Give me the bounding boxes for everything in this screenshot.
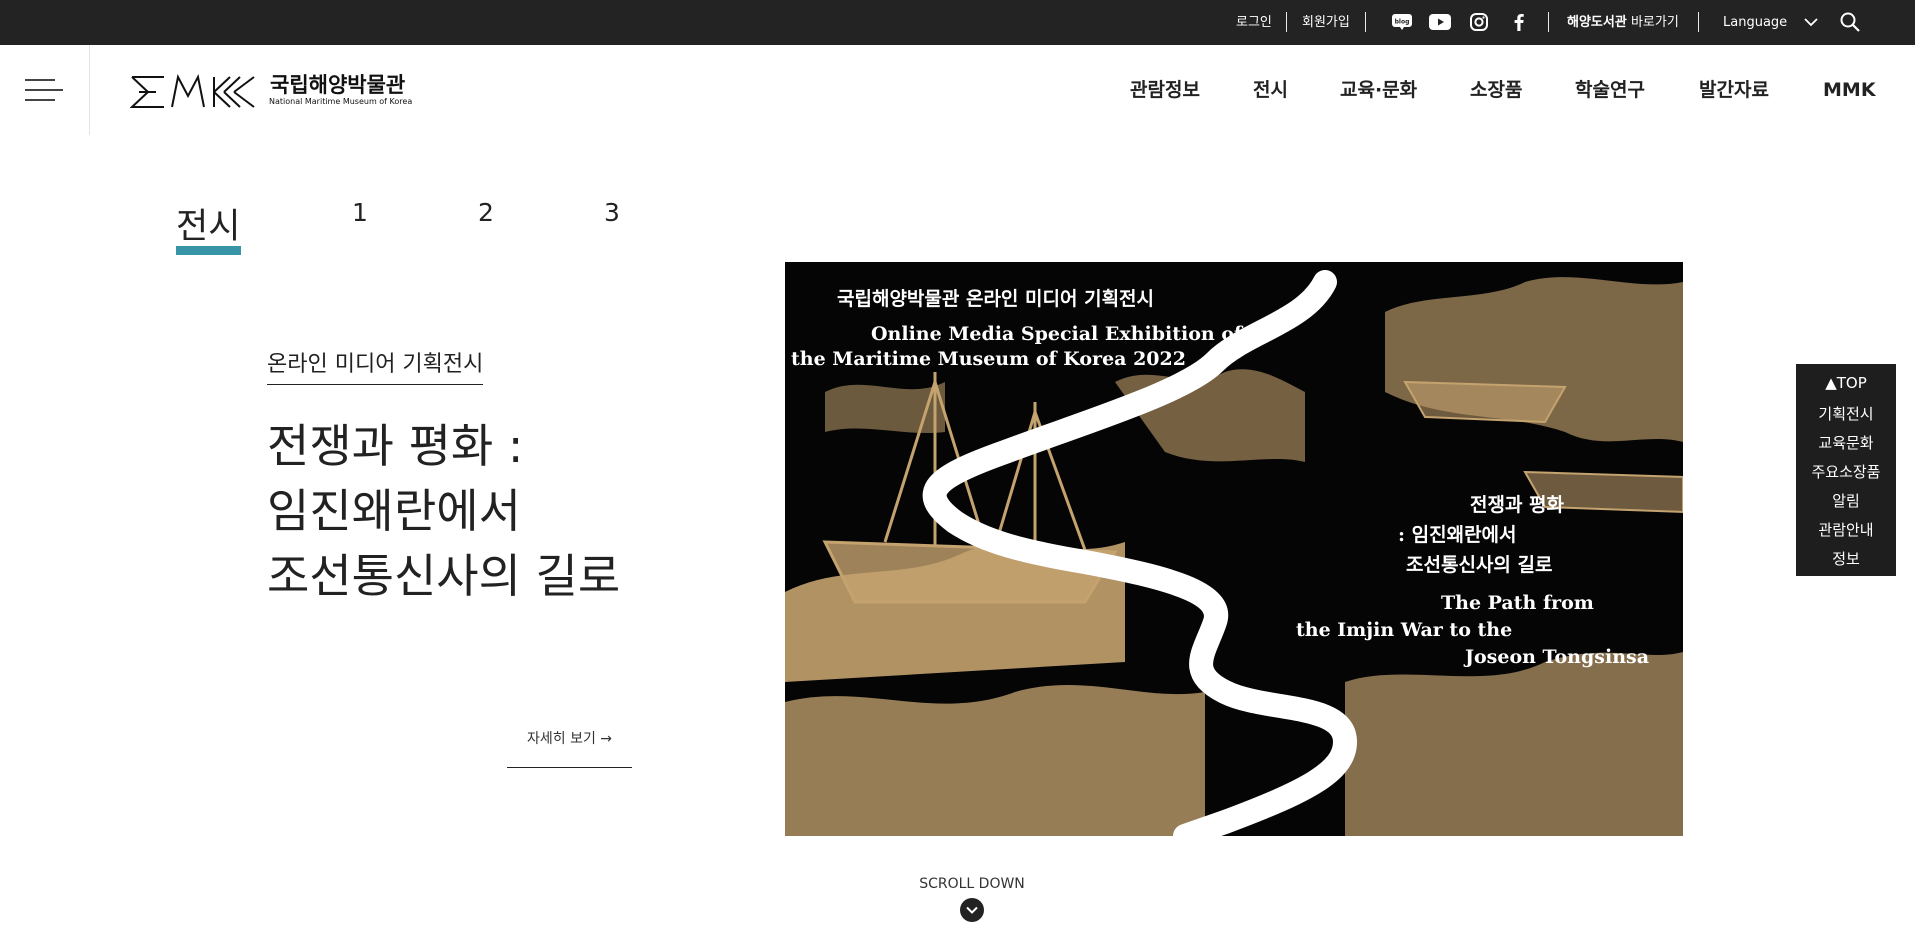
- poster-title-en-2: the Imjin War to the: [1296, 619, 1513, 641]
- quick-menu: ▲TOP 기획전시 교육문화 주요소장품 알림 관람안내 정보: [1796, 364, 1896, 576]
- youtube-icon[interactable]: [1428, 11, 1452, 33]
- signup-link[interactable]: 회원가입: [1302, 0, 1350, 45]
- poster-title-en-3: Joseon Tongsinsa: [1465, 646, 1650, 668]
- nav-item-collection[interactable]: 소장품: [1470, 75, 1522, 105]
- view-details-link[interactable]: 자세히 보기 →: [507, 725, 632, 768]
- page-tab-1[interactable]: 1: [352, 198, 368, 227]
- logo-subtitle: National Maritime Museum of Korea: [269, 97, 413, 106]
- library-link-bold: 해양도서관: [1567, 15, 1627, 30]
- svg-text:blog: blog: [1395, 19, 1410, 26]
- poster-title-ko-1: 전쟁과 평화: [1470, 494, 1565, 516]
- hamburger-line: [25, 79, 55, 81]
- poster-title-ko-3: 조선통신사의 길로: [1406, 554, 1553, 576]
- instagram-icon[interactable]: [1467, 11, 1491, 33]
- search-icon[interactable]: [1838, 11, 1862, 33]
- logo-mark-icon: [130, 74, 255, 108]
- exhibition-poster[interactable]: 국립해양박물관 온라인 미디어 기획전시 Online Media Specia…: [785, 262, 1683, 836]
- exhibition-title-line: 전쟁과 평화 :: [267, 419, 524, 473]
- chevron-down-icon[interactable]: [1799, 11, 1823, 33]
- nav-item-mmk[interactable]: MMK: [1823, 75, 1876, 105]
- scroll-down-label: SCROLL DOWN: [919, 876, 1025, 892]
- language-selector[interactable]: Language: [1723, 0, 1787, 45]
- exhibition-category: 온라인 미디어 기획전시: [267, 346, 484, 385]
- divider: [1286, 12, 1287, 32]
- nav-item-research[interactable]: 학술연구: [1575, 75, 1645, 105]
- quick-menu-visit-guide[interactable]: 관람안내: [1796, 519, 1896, 540]
- tab-exhibition[interactable]: 전시: [176, 198, 240, 249]
- quick-menu-special-exhibition[interactable]: 기획전시: [1796, 403, 1896, 424]
- nav-item-publications[interactable]: 발간자료: [1699, 75, 1769, 105]
- exhibition-title-line: 조선통신사의 길로: [267, 549, 621, 603]
- page-tab-3[interactable]: 3: [604, 198, 620, 227]
- top-utility-bar: 로그인 회원가입 blog 해양도서관 바로가기 Language: [0, 0, 1915, 45]
- view-details-label: 자세히 보기 →: [526, 731, 613, 747]
- blog-icon[interactable]: blog: [1390, 11, 1414, 33]
- main-header: 국립해양박물관 National Maritime Museum of Kore…: [0, 45, 1915, 135]
- logo-title: 국립해양박물관: [270, 73, 406, 97]
- exhibition-title-line: 임진왜란에서: [267, 484, 521, 538]
- facebook-icon[interactable]: [1507, 11, 1531, 33]
- nav-item-visit-info[interactable]: 관람정보: [1130, 75, 1200, 105]
- hamburger-line: [25, 89, 63, 91]
- site-logo[interactable]: 국립해양박물관 National Maritime Museum of Kore…: [128, 69, 418, 115]
- divider: [1698, 12, 1699, 32]
- login-link[interactable]: 로그인: [1236, 0, 1272, 45]
- menu-toggle-button[interactable]: [22, 75, 63, 105]
- nav-item-exhibition[interactable]: 전시: [1253, 75, 1288, 105]
- library-link[interactable]: 해양도서관 바로가기: [1567, 0, 1679, 45]
- hamburger-line: [25, 99, 55, 101]
- poster-heading-en-1: Online Media Special Exhibition of: [871, 323, 1243, 345]
- poster-title-ko-2: : 임진왜란에서: [1398, 524, 1517, 546]
- divider: [1548, 12, 1549, 32]
- scroll-down-button[interactable]: [960, 898, 984, 922]
- language-label: Language: [1723, 15, 1788, 30]
- quick-menu-major-collection[interactable]: 주요소장품: [1796, 461, 1896, 482]
- nav-item-education-culture[interactable]: 교육·문화: [1340, 75, 1417, 105]
- active-tab-indicator: [176, 246, 241, 255]
- divider: [1365, 12, 1366, 32]
- exhibition-title: 전쟁과 평화 : 임진왜란에서 조선통신사의 길로: [267, 414, 620, 609]
- quick-menu-education-culture[interactable]: 교육문화: [1796, 432, 1896, 453]
- divider: [89, 45, 90, 135]
- library-link-rest: 바로가기: [1630, 15, 1679, 30]
- chevron-down-icon: [966, 906, 978, 914]
- poster-heading-ko: 국립해양박물관 온라인 미디어 기획전시: [837, 288, 1155, 310]
- poster-title-en-1: The Path from: [1441, 592, 1594, 614]
- quick-menu-info[interactable]: 정보: [1796, 548, 1896, 569]
- poster-heading-en-2: the Maritime Museum of Korea 2022: [791, 348, 1186, 370]
- page-tab-2[interactable]: 2: [478, 198, 494, 227]
- quick-menu-notice[interactable]: 알림: [1796, 490, 1896, 511]
- quick-menu-top[interactable]: ▲TOP: [1796, 374, 1896, 392]
